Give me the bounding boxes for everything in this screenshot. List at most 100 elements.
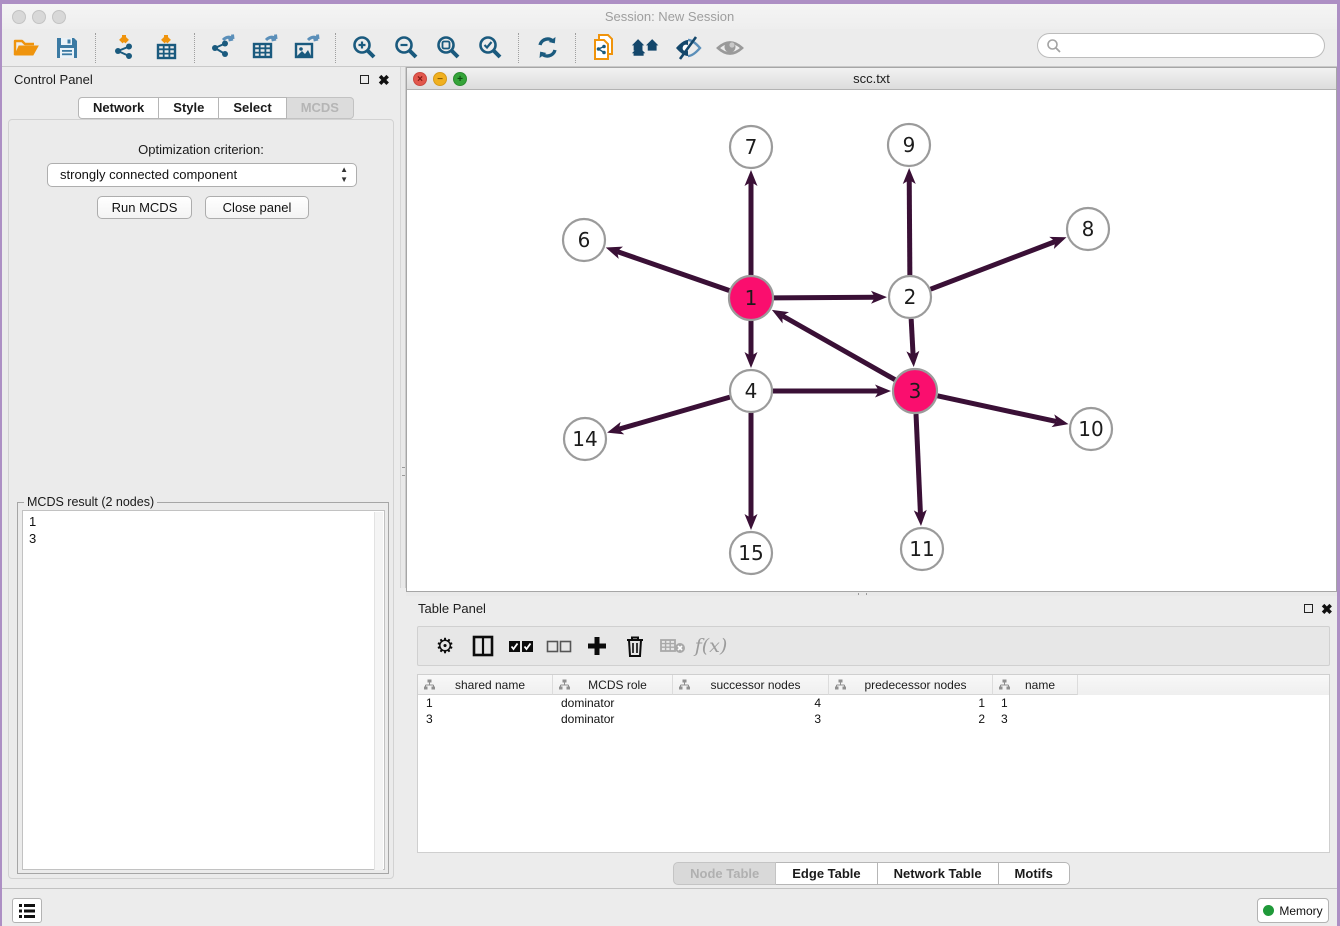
graph-edge-3-10[interactable]: [937, 396, 1056, 422]
control-tab-style[interactable]: Style: [159, 97, 219, 119]
column-header-shared-name[interactable]: shared name: [418, 675, 553, 695]
add-row-icon[interactable]: [580, 631, 614, 661]
graph-edge-2-3[interactable]: [911, 319, 913, 355]
table-cell: 1: [418, 695, 553, 711]
control-tab-select[interactable]: Select: [219, 97, 286, 119]
node-table[interactable]: shared nameMCDS rolesuccessor nodesprede…: [417, 674, 1330, 853]
table-tab-motifs[interactable]: Motifs: [999, 862, 1070, 885]
graph-edge-3-11[interactable]: [916, 414, 920, 514]
mcds-result-text[interactable]: 1 3: [22, 510, 385, 870]
memory-label: Memory: [1279, 904, 1322, 918]
window-zoom-button[interactable]: [52, 10, 66, 24]
graph-edge-4-14[interactable]: [619, 397, 730, 429]
zoom-out-icon[interactable]: [391, 33, 421, 63]
network-maximize-icon[interactable]: +: [453, 72, 467, 86]
refresh-view-icon[interactable]: [532, 33, 562, 63]
search-input[interactable]: [1062, 36, 1324, 56]
network-minimize-icon[interactable]: −: [433, 72, 447, 86]
column-header-predecessor-nodes[interactable]: predecessor nodes: [829, 675, 993, 695]
import-table-icon[interactable]: [151, 33, 181, 63]
close-panel-icon[interactable]: ✖: [1321, 600, 1333, 618]
graph-edge-1-6[interactable]: [617, 251, 729, 290]
export-network-icon[interactable]: [208, 33, 238, 63]
table-row[interactable]: 3dominator323: [418, 711, 1329, 727]
splitter-grip: [402, 467, 405, 476]
control-tab-mcds[interactable]: MCDS: [287, 97, 354, 119]
graph-edge-2-9[interactable]: [909, 180, 910, 275]
graph-edge-2-8[interactable]: [931, 241, 1056, 289]
table-panel-header: Table Panel ✖: [406, 596, 1337, 622]
zoom-selected-icon[interactable]: [475, 33, 505, 63]
node-label-8: 8: [1082, 217, 1095, 241]
node-label-6: 6: [578, 228, 591, 252]
select-all-icon[interactable]: [504, 631, 538, 661]
network-canvas[interactable]: 7968124314101511: [407, 90, 1336, 591]
splitter-grip: [858, 593, 867, 595]
column-header-successor-nodes[interactable]: successor nodes: [673, 675, 829, 695]
column-header-MCDS-role[interactable]: MCDS role: [553, 675, 673, 695]
table-cell: 4: [673, 695, 829, 711]
table-cell: 3: [418, 711, 553, 727]
show-graphics-details-icon[interactable]: [715, 33, 745, 63]
toolbar-search[interactable]: [1037, 33, 1325, 58]
table-tab-node-table[interactable]: Node Table: [673, 862, 776, 885]
table-cell: 1: [993, 695, 1078, 711]
table-cell: dominator: [553, 711, 673, 727]
table-cell: 3: [673, 711, 829, 727]
show-column-icon[interactable]: [466, 631, 500, 661]
close-panel-button[interactable]: Close panel: [205, 196, 309, 219]
export-table-icon[interactable]: [250, 33, 280, 63]
result-scrollbar[interactable]: [374, 512, 383, 870]
memory-status-icon: [1263, 905, 1274, 916]
node-label-3: 3: [909, 379, 922, 403]
import-network-icon[interactable]: [109, 33, 139, 63]
window-minimize-button[interactable]: [32, 10, 46, 24]
table-settings-icon[interactable]: ⚙: [428, 631, 462, 661]
float-panel-icon[interactable]: [360, 75, 369, 84]
control-tab-network[interactable]: Network: [78, 97, 159, 119]
open-file-icon[interactable]: [10, 33, 40, 63]
zoom-fit-icon[interactable]: [433, 33, 463, 63]
export-image-icon[interactable]: [292, 33, 322, 63]
table-body: 1dominator4113dominator323: [418, 695, 1329, 727]
control-panel: Control Panel ✖ NetworkStyleSelectMCDS O…: [2, 67, 400, 888]
graph-edge-1-2[interactable]: [774, 297, 875, 298]
dropdown-value: strongly connected component: [60, 167, 237, 182]
close-panel-icon[interactable]: ✖: [378, 71, 390, 89]
optimization-criterion-label: Optimization criterion:: [9, 142, 393, 157]
save-session-icon[interactable]: [52, 33, 82, 63]
deselect-all-icon[interactable]: [542, 631, 576, 661]
network-close-icon[interactable]: ×: [413, 72, 427, 86]
optimization-criterion-dropdown[interactable]: strongly connected component ▲▼: [47, 163, 357, 187]
table-tab-network-table[interactable]: Network Table: [878, 862, 999, 885]
memory-button[interactable]: Memory: [1257, 898, 1329, 923]
delete-row-icon[interactable]: [618, 631, 652, 661]
table-row[interactable]: 1dominator411: [418, 695, 1329, 711]
float-panel-icon[interactable]: [1304, 604, 1313, 613]
table-tab-edge-table[interactable]: Edge Table: [776, 862, 877, 885]
mcds-result-values: 1 3: [29, 514, 36, 546]
clone-network-icon[interactable]: [589, 33, 619, 63]
table-panel-title: Table Panel: [418, 601, 486, 616]
run-mcds-button[interactable]: Run MCDS: [97, 196, 192, 219]
toolbar-separator: [575, 33, 576, 63]
hide-graphics-details-icon[interactable]: [673, 33, 703, 63]
mcds-result-group: MCDS result (2 nodes) 1 3: [17, 502, 389, 874]
delete-table-icon[interactable]: [656, 631, 690, 661]
function-builder-icon[interactable]: f(x): [694, 631, 728, 661]
table-panel: Table Panel ✖ ⚙ f(x) shared nameMCDS rol…: [406, 596, 1337, 888]
zoom-in-icon[interactable]: [349, 33, 379, 63]
node-label-14: 14: [572, 427, 597, 451]
column-header-name[interactable]: name: [993, 675, 1078, 695]
window-title: Session: New Session: [2, 4, 1337, 29]
table-cell: 3: [993, 711, 1078, 727]
window-close-button[interactable]: [12, 10, 26, 24]
control-panel-title: Control Panel: [14, 72, 93, 87]
list-icon: [18, 903, 36, 919]
toolbar-separator: [194, 33, 195, 63]
network-window-titlebar[interactable]: × − + scc.txt: [407, 68, 1336, 90]
home-icon[interactable]: [631, 33, 661, 63]
graph-edge-3-1[interactable]: [782, 316, 895, 380]
task-history-button[interactable]: [12, 898, 42, 923]
app-titlebar: Session: New Session: [2, 4, 1337, 29]
